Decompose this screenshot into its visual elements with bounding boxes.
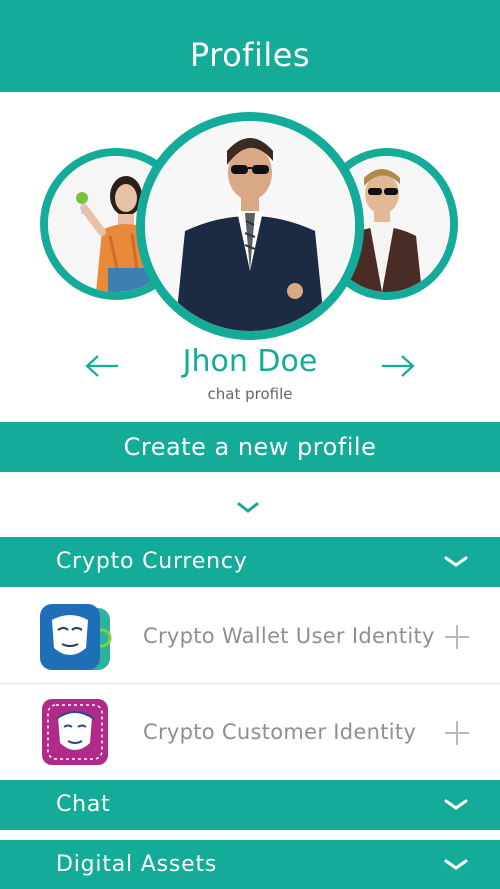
mask-wallet-icon bbox=[40, 602, 112, 674]
section-label-digital-assets: Digital Assets bbox=[56, 852, 218, 877]
chevron-down-icon bbox=[440, 794, 472, 816]
previous-profile-arrow-icon[interactable] bbox=[82, 348, 122, 384]
profile-subtitle: chat profile bbox=[207, 385, 293, 403]
mask-customer-icon bbox=[40, 697, 112, 769]
add-plus-icon[interactable] bbox=[444, 624, 470, 650]
item-label-crypto-customer: Crypto Customer Identity bbox=[143, 720, 417, 744]
app-header: Profiles bbox=[0, 0, 500, 92]
section-label-crypto: Crypto Currency bbox=[56, 549, 248, 574]
profile-name: Jhon Doe bbox=[182, 344, 318, 379]
chevron-down-icon bbox=[440, 551, 472, 573]
add-plus-icon[interactable] bbox=[444, 720, 470, 746]
section-header-crypto[interactable]: Crypto Currency bbox=[0, 537, 500, 587]
expand-chevron-down-icon[interactable] bbox=[232, 496, 264, 518]
chevron-down-icon bbox=[440, 854, 472, 876]
section-header-chat[interactable]: Chat bbox=[0, 780, 500, 830]
next-profile-arrow-icon[interactable] bbox=[378, 348, 418, 384]
profile-avatar-main[interactable] bbox=[136, 112, 364, 340]
man-suit-avatar bbox=[145, 121, 355, 331]
page-title: Profiles bbox=[189, 36, 311, 74]
list-item-crypto-wallet[interactable]: Crypto Wallet User Identity bbox=[0, 588, 500, 684]
list-item-crypto-customer[interactable]: Crypto Customer Identity bbox=[0, 685, 500, 781]
item-label-crypto-wallet: Crypto Wallet User Identity bbox=[143, 624, 435, 648]
section-label-chat: Chat bbox=[56, 792, 111, 817]
section-header-digital-assets[interactable]: Digital Assets bbox=[0, 840, 500, 889]
create-profile-button[interactable]: Create a new profile bbox=[0, 422, 500, 472]
